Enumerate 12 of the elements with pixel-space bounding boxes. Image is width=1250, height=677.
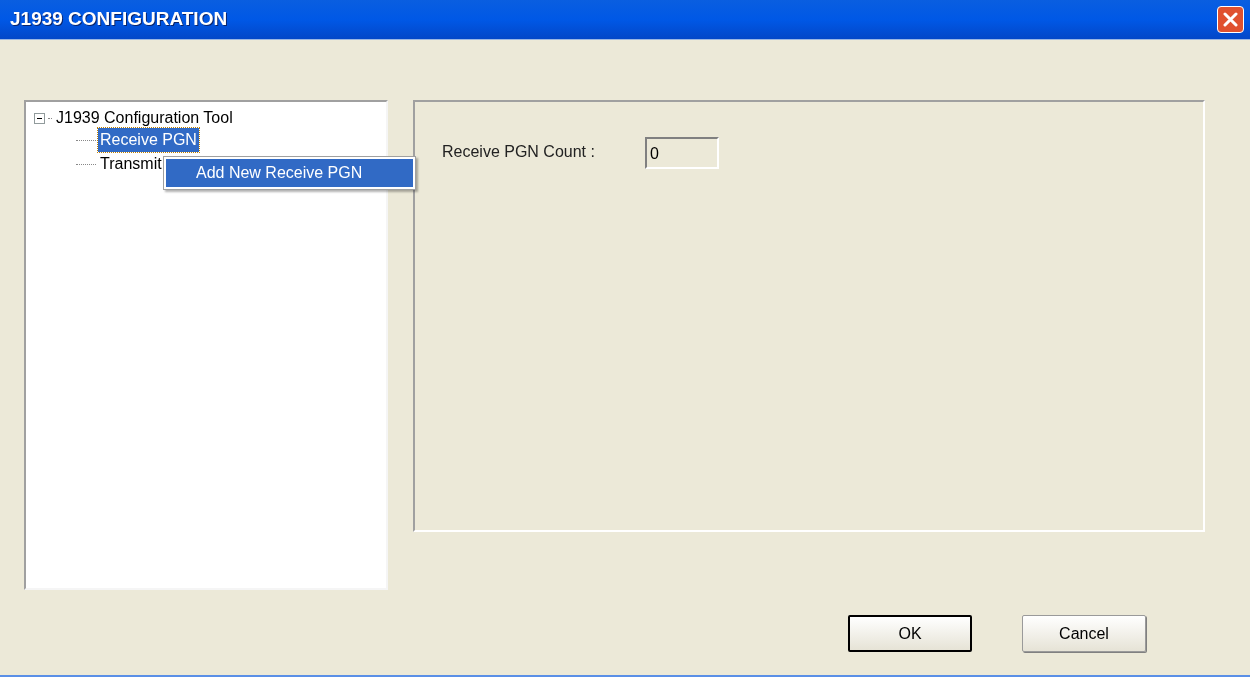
close-button[interactable]	[1217, 6, 1244, 33]
field-label: Receive PGN Count :	[442, 142, 596, 162]
collapse-toggle[interactable]	[34, 112, 45, 124]
window-title: J1939 CONFIGURATION	[10, 7, 228, 32]
tree-item[interactable]: Receive PGN	[98, 128, 199, 152]
count-field: 0	[645, 137, 719, 169]
tree-item[interactable]: Transmit	[98, 152, 164, 176]
dialog-button[interactable]: OK	[848, 615, 972, 652]
dialog-button[interactable]: Cancel	[1022, 615, 1146, 652]
tree-item[interactable]: J1939 Configuration Tool	[55, 106, 234, 130]
close-icon	[1223, 12, 1238, 27]
menu-item[interactable]: Add New Receive PGN	[166, 159, 413, 187]
